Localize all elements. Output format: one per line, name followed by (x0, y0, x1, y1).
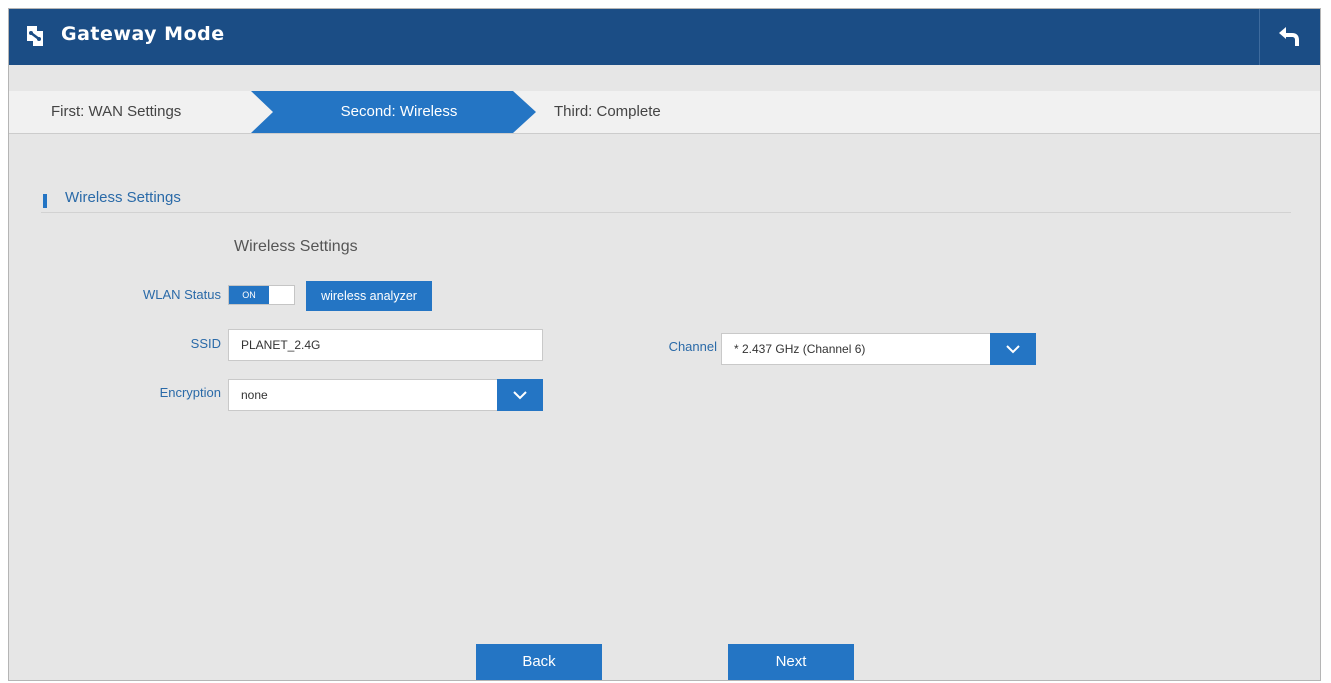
gateway-logo-icon (27, 26, 43, 46)
page-title: Gateway Mode (61, 23, 225, 45)
return-arrow-icon (1279, 27, 1299, 46)
ssid-input[interactable] (228, 329, 543, 361)
step-wan-settings[interactable]: First: WAN Settings (51, 91, 181, 133)
encryption-value: none (241, 388, 268, 402)
return-button[interactable] (1259, 9, 1320, 65)
back-button[interactable]: Back (476, 644, 602, 680)
channel-label: Channel (668, 339, 717, 354)
next-button[interactable]: Next (728, 644, 854, 680)
step-wireless[interactable]: Second: Wireless (279, 91, 519, 133)
section-marker (43, 194, 47, 208)
channel-select[interactable]: * 2.437 GHz (Channel 6) (721, 333, 1036, 365)
encryption-dropdown-button[interactable] (497, 379, 543, 411)
channel-value: * 2.437 GHz (Channel 6) (734, 342, 866, 356)
step-complete[interactable]: Third: Complete (554, 91, 661, 133)
wireless-analyzer-button[interactable]: wireless analyzer (306, 281, 432, 311)
header-bar: Gateway Mode (9, 9, 1320, 65)
wlan-status-label: WLAN Status (142, 287, 221, 302)
section-divider (41, 212, 1291, 213)
section-title: Wireless Settings (65, 189, 181, 206)
wizard-steps: First: WAN Settings Second: Wireless Thi… (9, 91, 1320, 134)
chevron-down-icon (1006, 345, 1020, 354)
wlan-status-toggle[interactable]: ON (228, 285, 295, 305)
encryption-label: Encryption (159, 385, 221, 400)
encryption-select[interactable]: none (228, 379, 543, 411)
app-window: Gateway Mode First: WAN Settings Second:… (8, 8, 1321, 681)
channel-dropdown-button[interactable] (990, 333, 1036, 365)
toggle-on-label: ON (229, 286, 269, 304)
ssid-label: SSID (190, 336, 221, 351)
chevron-down-icon (513, 391, 527, 400)
form-title: Wireless Settings (234, 238, 358, 255)
